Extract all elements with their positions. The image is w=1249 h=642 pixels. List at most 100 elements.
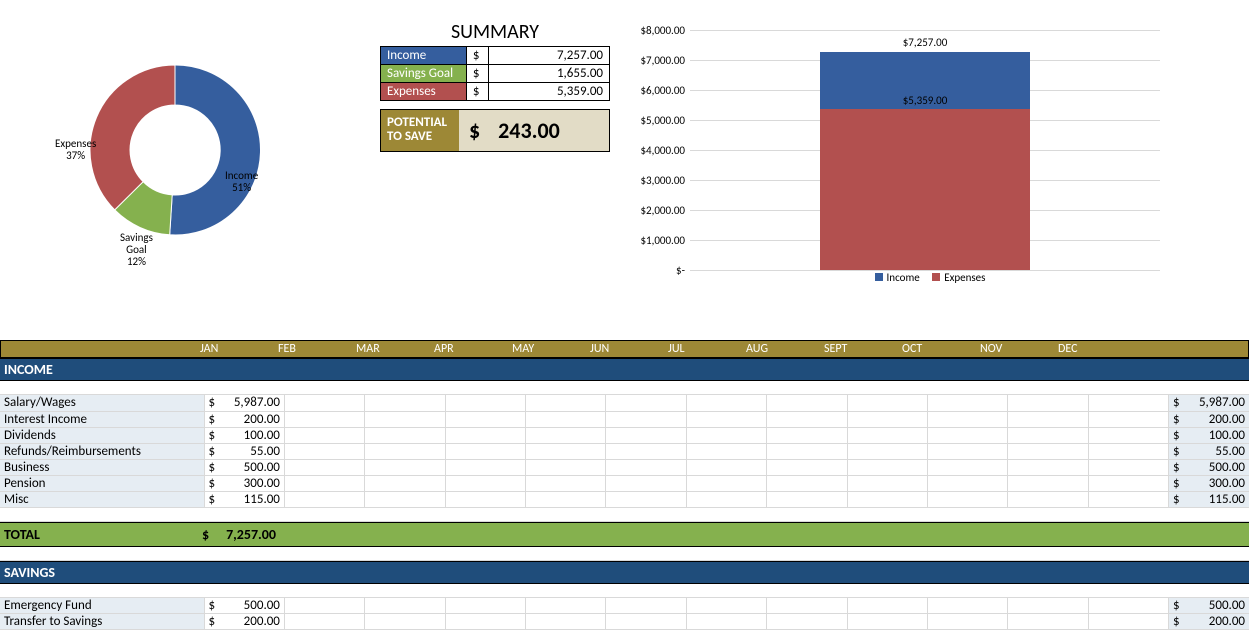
cell-jan[interactable]: $55.00 — [204, 443, 284, 459]
cell-empty[interactable] — [686, 443, 766, 459]
cell-empty[interactable] — [767, 614, 847, 630]
cell-empty[interactable] — [606, 443, 686, 459]
cell-empty[interactable] — [686, 614, 766, 630]
cell-empty[interactable] — [526, 491, 606, 507]
cell-empty[interactable] — [1008, 395, 1088, 411]
cell-empty[interactable] — [1088, 491, 1168, 507]
cell-empty[interactable] — [365, 459, 445, 475]
cell-empty[interactable] — [606, 491, 686, 507]
cell-empty[interactable] — [1008, 427, 1088, 443]
cell-empty[interactable] — [1088, 459, 1168, 475]
cell-empty[interactable] — [927, 614, 1007, 630]
cell-empty[interactable] — [284, 443, 364, 459]
cell-empty[interactable] — [1008, 598, 1088, 614]
cell-empty[interactable] — [847, 411, 927, 427]
cell-empty[interactable] — [526, 427, 606, 443]
cell-empty[interactable] — [927, 443, 1007, 459]
cell-empty[interactable] — [526, 475, 606, 491]
cell-empty[interactable] — [284, 614, 364, 630]
cell-empty[interactable] — [445, 598, 525, 614]
cell-empty[interactable] — [445, 443, 525, 459]
cell-empty[interactable] — [686, 459, 766, 475]
cell-empty[interactable] — [847, 614, 927, 630]
cell-jan[interactable]: $200.00 — [204, 614, 284, 630]
cell-empty[interactable] — [365, 614, 445, 630]
cell-empty[interactable] — [847, 475, 927, 491]
cell-empty[interactable] — [365, 491, 445, 507]
cell-empty[interactable] — [445, 411, 525, 427]
cell-empty[interactable] — [847, 395, 927, 411]
cell-empty[interactable] — [284, 459, 364, 475]
cell-empty[interactable] — [686, 475, 766, 491]
cell-empty[interactable] — [1008, 614, 1088, 630]
cell-empty[interactable] — [284, 427, 364, 443]
cell-empty[interactable] — [847, 491, 927, 507]
cell-empty[interactable] — [284, 598, 364, 614]
cell-empty[interactable] — [686, 598, 766, 614]
cell-empty[interactable] — [445, 459, 525, 475]
cell-empty[interactable] — [767, 475, 847, 491]
cell-empty[interactable] — [927, 475, 1007, 491]
cell-empty[interactable] — [767, 491, 847, 507]
cell-empty[interactable] — [847, 598, 927, 614]
cell-empty[interactable] — [847, 459, 927, 475]
cell-jan[interactable]: $100.00 — [204, 427, 284, 443]
cell-empty[interactable] — [847, 427, 927, 443]
cell-empty[interactable] — [606, 598, 686, 614]
cell-empty[interactable] — [1008, 443, 1088, 459]
cell-empty[interactable] — [445, 395, 525, 411]
cell-empty[interactable] — [606, 411, 686, 427]
cell-empty[interactable] — [1008, 459, 1088, 475]
cell-empty[interactable] — [365, 427, 445, 443]
cell-empty[interactable] — [847, 443, 927, 459]
cell-empty[interactable] — [767, 459, 847, 475]
cell-empty[interactable] — [1008, 491, 1088, 507]
cell-empty[interactable] — [1088, 443, 1168, 459]
cell-empty[interactable] — [686, 427, 766, 443]
cell-empty[interactable] — [445, 491, 525, 507]
cell-empty[interactable] — [365, 443, 445, 459]
cell-empty[interactable] — [1088, 411, 1168, 427]
cell-empty[interactable] — [526, 614, 606, 630]
cell-empty[interactable] — [767, 598, 847, 614]
cell-empty[interactable] — [284, 395, 364, 411]
cell-empty[interactable] — [767, 411, 847, 427]
cell-empty[interactable] — [686, 411, 766, 427]
cell-jan[interactable]: $5,987.00 — [204, 395, 284, 411]
cell-empty[interactable] — [526, 395, 606, 411]
cell-jan[interactable]: $115.00 — [204, 491, 284, 507]
cell-empty[interactable] — [445, 427, 525, 443]
cell-empty[interactable] — [927, 427, 1007, 443]
cell-empty[interactable] — [927, 491, 1007, 507]
cell-empty[interactable] — [365, 395, 445, 411]
cell-empty[interactable] — [1088, 427, 1168, 443]
cell-empty[interactable] — [1008, 475, 1088, 491]
cell-empty[interactable] — [927, 395, 1007, 411]
cell-empty[interactable] — [365, 411, 445, 427]
cell-empty[interactable] — [365, 598, 445, 614]
cell-empty[interactable] — [927, 459, 1007, 475]
cell-empty[interactable] — [284, 491, 364, 507]
cell-jan[interactable]: $500.00 — [204, 459, 284, 475]
cell-empty[interactable] — [927, 411, 1007, 427]
cell-empty[interactable] — [686, 395, 766, 411]
cell-empty[interactable] — [927, 598, 1007, 614]
cell-empty[interactable] — [365, 475, 445, 491]
cell-empty[interactable] — [445, 475, 525, 491]
cell-jan[interactable]: $200.00 — [204, 411, 284, 427]
cell-empty[interactable] — [686, 491, 766, 507]
cell-empty[interactable] — [445, 614, 525, 630]
cell-empty[interactable] — [606, 427, 686, 443]
cell-empty[interactable] — [1088, 598, 1168, 614]
cell-empty[interactable] — [1008, 411, 1088, 427]
cell-empty[interactable] — [284, 475, 364, 491]
cell-empty[interactable] — [606, 459, 686, 475]
cell-empty[interactable] — [526, 411, 606, 427]
cell-empty[interactable] — [1088, 614, 1168, 630]
cell-empty[interactable] — [284, 411, 364, 427]
cell-empty[interactable] — [767, 427, 847, 443]
cell-empty[interactable] — [767, 395, 847, 411]
cell-empty[interactable] — [1088, 475, 1168, 491]
cell-empty[interactable] — [606, 614, 686, 630]
cell-empty[interactable] — [526, 443, 606, 459]
